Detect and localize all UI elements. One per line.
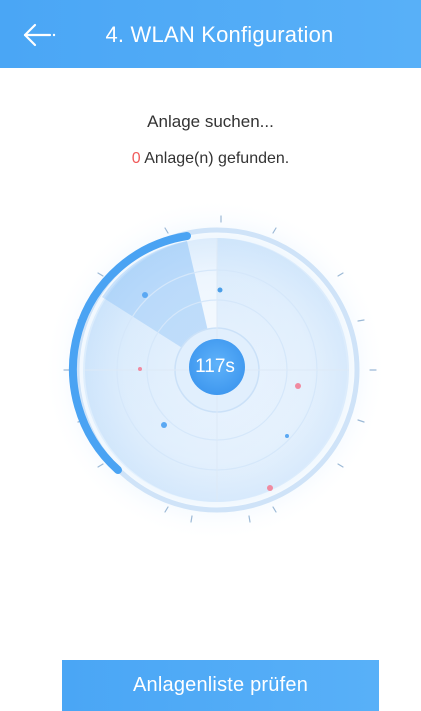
check-device-list-button[interactable]: Anlagenliste prüfen	[62, 660, 379, 711]
found-count: 0	[131, 150, 141, 167]
found-status: 0 Anlage(n) gefunden.	[0, 150, 421, 168]
page-title: 4. WLAN Konfiguration	[105, 22, 334, 47]
found-suffix: Anlage(n) gefunden.	[140, 150, 290, 167]
search-status-text: Anlage suchen...	[147, 112, 274, 131]
app-header: 4. WLAN Konfiguration	[0, 0, 421, 68]
countdown-timer: 117s	[195, 356, 235, 377]
